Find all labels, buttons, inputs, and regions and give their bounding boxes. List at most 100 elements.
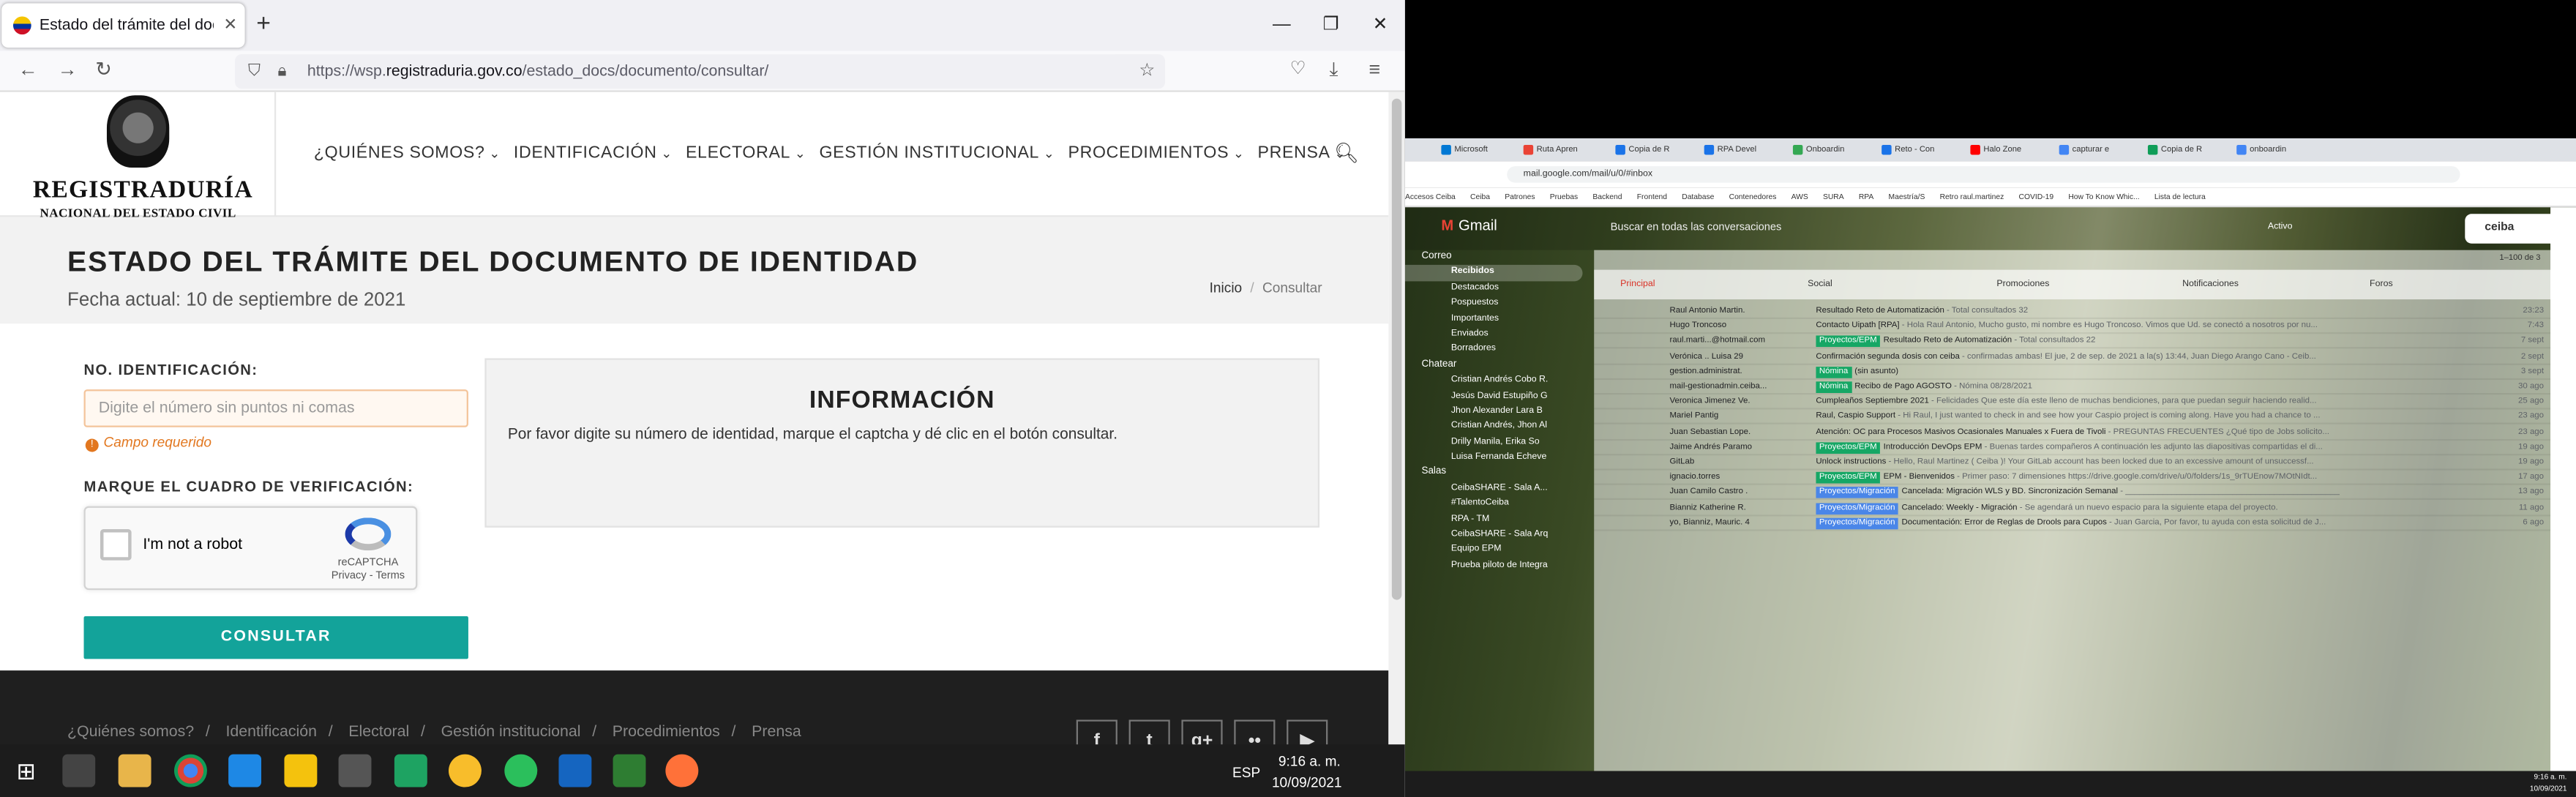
gmail-logo[interactable]: M Gmail	[1441, 217, 1497, 233]
tab-principal[interactable]: Principal	[1620, 280, 1655, 289]
url-bar[interactable]: ⛉ 🔒︎ https://wsp.registraduria.gov.co/es…	[235, 54, 1165, 89]
gmail-search-input[interactable]: Buscar en todas las conversaciones	[1589, 214, 2082, 243]
windows-start-icon[interactable]: ⊞	[16, 757, 35, 785]
bookmark[interactable]: Contenedores	[1729, 192, 1776, 201]
label-badge[interactable]: Proyectos/Migración	[1816, 502, 1898, 514]
nav-recibidos[interactable]: Recibidos	[1404, 265, 1583, 281]
whatsapp-icon[interactable]	[504, 754, 538, 787]
table-row[interactable]: Veronica Jimenez Ve. Cumpleaños Septiembr…	[1594, 394, 2557, 410]
label-badge[interactable]: Proyectos/Migración	[1816, 487, 1898, 499]
label-badge[interactable]: Nómina	[1816, 366, 1852, 378]
org-logo[interactable]: ceiba	[2465, 213, 2564, 244]
site-logo[interactable]: REGISTRADURÍA NACIONAL DEL ESTADO CIVIL	[33, 95, 252, 220]
nav-pospuestos[interactable]: Pospuestos	[1405, 296, 1583, 312]
tab-estado-tramite[interactable]: Estado del trámite del documento ✕	[1, 3, 245, 48]
bookmark[interactable]: Frontend	[1637, 192, 1667, 201]
bookmark[interactable]: Retro raul.martinez	[1939, 192, 2004, 201]
firefox-icon[interactable]	[665, 754, 699, 787]
chat-room[interactable]: Prueba piloto de Integra	[1405, 558, 1583, 574]
bookmark[interactable]: How To Know Whic...	[2068, 192, 2139, 201]
app-3cx-icon[interactable]	[338, 754, 372, 787]
chrome-tab[interactable]: capturar e	[2056, 140, 2135, 160]
forward-icon[interactable]: →	[58, 58, 78, 81]
nav-importantes[interactable]: Importantes	[1405, 312, 1583, 327]
bookmark[interactable]: RPA	[1859, 192, 1873, 201]
table-row[interactable]: GitLab Unlock instructions - Hello, Raul …	[1594, 455, 2557, 471]
lock-icon[interactable]: 🔒︎	[277, 54, 286, 89]
chat-contact[interactable]: Jesús David Estupiño G	[1405, 389, 1583, 404]
scrollbar-thumb[interactable]	[1391, 98, 1402, 600]
footer-link[interactable]: Electoral	[348, 723, 409, 741]
recaptcha-checkbox[interactable]	[100, 529, 132, 561]
table-row[interactable]: Raul Antonio Martin. Resultado Reto de Au…	[1594, 304, 2557, 319]
table-row[interactable]: ignacio.torres Proyectos/EPM EPM - Bienven…	[1594, 471, 2557, 485]
chrome-tab[interactable]: Copia de R	[1612, 140, 1691, 160]
chrome-tab[interactable]: Ruta Apren	[1520, 140, 1599, 160]
chrome-tab[interactable]: Onboardin	[1789, 140, 1868, 160]
consultar-button[interactable]: CONSULTAR	[83, 616, 468, 659]
download-icon[interactable]: ⤓	[1330, 58, 1338, 83]
footer-link[interactable]: Gestión institucional	[441, 723, 581, 741]
bookmark[interactable]: COVID-19	[2018, 192, 2053, 201]
nav-enviados[interactable]: Enviados	[1405, 327, 1583, 343]
bookmark[interactable]: Maestría/S	[1888, 192, 1925, 201]
table-row[interactable]: Hugo Troncoso Contacto Uipath [RPA] - Hol…	[1594, 319, 2557, 334]
tab-notificaciones[interactable]: Notificaciones	[2182, 280, 2239, 289]
reload-icon[interactable]: ↻	[95, 58, 112, 81]
search-icon[interactable]: 🔍︎	[1334, 141, 1359, 164]
reading-list[interactable]: Lista de lectura	[2154, 192, 2206, 201]
new-tab-icon[interactable]: +	[256, 10, 271, 37]
chrome-tab[interactable]: Microsoft	[1438, 140, 1517, 160]
page-scrollbar[interactable]	[1388, 91, 1405, 745]
taskbar-date[interactable]: 10/09/2021	[2530, 784, 2567, 792]
tab-promociones[interactable]: Promociones	[1996, 280, 2049, 289]
tab-foros[interactable]: Foros	[2370, 280, 2393, 289]
taskbar-time[interactable]: 9:16 a. m.	[2534, 772, 2566, 780]
bookmark[interactable]: SURA	[1823, 192, 1844, 201]
chrome-tab[interactable]: onboardin	[2233, 140, 2312, 160]
language-indicator[interactable]: ESP	[1232, 764, 1260, 780]
recaptcha-links[interactable]: Privacy - Terms	[329, 570, 408, 583]
footer-link[interactable]: ¿Quiénes somos?	[67, 723, 194, 741]
chat-contact[interactable]: Luisa Fernanda Echeve	[1405, 450, 1583, 465]
chat-app-icon[interactable]	[394, 754, 427, 787]
restore-icon[interactable]: ❐	[1306, 0, 1355, 49]
table-row[interactable]: gestion.administrat. Nómina (sin asunto) 3 …	[1594, 364, 2557, 380]
shield-icon[interactable]: ⛉	[248, 54, 261, 89]
label-badge[interactable]: Proyectos/EPM	[1816, 335, 1880, 348]
nav-borradores[interactable]: Borradores	[1405, 343, 1583, 358]
taskbar-date[interactable]: 10/09/2021	[1272, 774, 1342, 790]
id-input[interactable]: Digite el número sin puntos ni comas	[83, 389, 468, 427]
table-row[interactable]: raul.marti...@hotmail.com Proyectos/EPM Re…	[1594, 334, 2557, 349]
table-row[interactable]: mail-gestionadmin.ceiba... Nómina Recibo d…	[1594, 380, 2557, 394]
menu-prensa[interactable]: PRENSA	[1258, 145, 1347, 163]
pocket-icon[interactable]: ♡	[1290, 58, 1306, 79]
bookmark[interactable]: Database	[1682, 192, 1714, 201]
menu-procedimientos[interactable]: PROCEDIMIENTOS	[1068, 145, 1244, 163]
label-badge[interactable]: Proyectos/EPM	[1816, 441, 1880, 454]
bookmark[interactable]: AWS	[1791, 192, 1808, 201]
chat-contact[interactable]: Drilly Manila, Erika So	[1405, 435, 1583, 450]
bookmark[interactable]: Pruebas	[1549, 192, 1577, 201]
table-row[interactable]: Juan Camilo Castro . Proyectos/Migración C…	[1594, 485, 2557, 501]
menu-identificacion[interactable]: IDENTIFICACIÓN	[514, 145, 673, 163]
menu-quienes-somos[interactable]: ¿QUIÉNES SOMOS?	[314, 145, 501, 163]
vscode-icon[interactable]	[228, 754, 262, 787]
chrome-tab[interactable]: RPA Devel	[1701, 140, 1780, 160]
menu-gestion-institucional[interactable]: GESTIÓN INSTITUCIONAL	[819, 145, 1055, 163]
chat-room[interactable]: CeibaSHARE - Sala Arq	[1405, 528, 1583, 543]
chat-contact[interactable]: Jhon Alexander Lara B	[1405, 404, 1583, 419]
label-badge[interactable]: Proyectos/EPM	[1816, 471, 1880, 484]
label-badge[interactable]: Nómina	[1816, 381, 1852, 393]
bookmark[interactable]: Accesos Ceiba	[1405, 192, 1456, 201]
chat-room[interactable]: #TalentoCeiba	[1405, 497, 1583, 512]
table-row[interactable]: yo, Bianniz, Mauric. 4 Proyectos/Migració…	[1594, 516, 2557, 531]
bookmark[interactable]: Patrones	[1505, 192, 1535, 201]
back-icon[interactable]: ←	[18, 58, 38, 81]
close-tab-icon[interactable]: ✕	[223, 16, 237, 34]
app-icon[interactable]	[448, 754, 482, 787]
table-row[interactable]: Jaime Andrés Paramo Proyectos/EPM Introduc…	[1594, 440, 2557, 455]
minimize-icon[interactable]: —	[1257, 0, 1306, 49]
chrome-icon[interactable]	[174, 754, 207, 787]
chrome-tab[interactable]: Copia de R	[2144, 140, 2223, 160]
